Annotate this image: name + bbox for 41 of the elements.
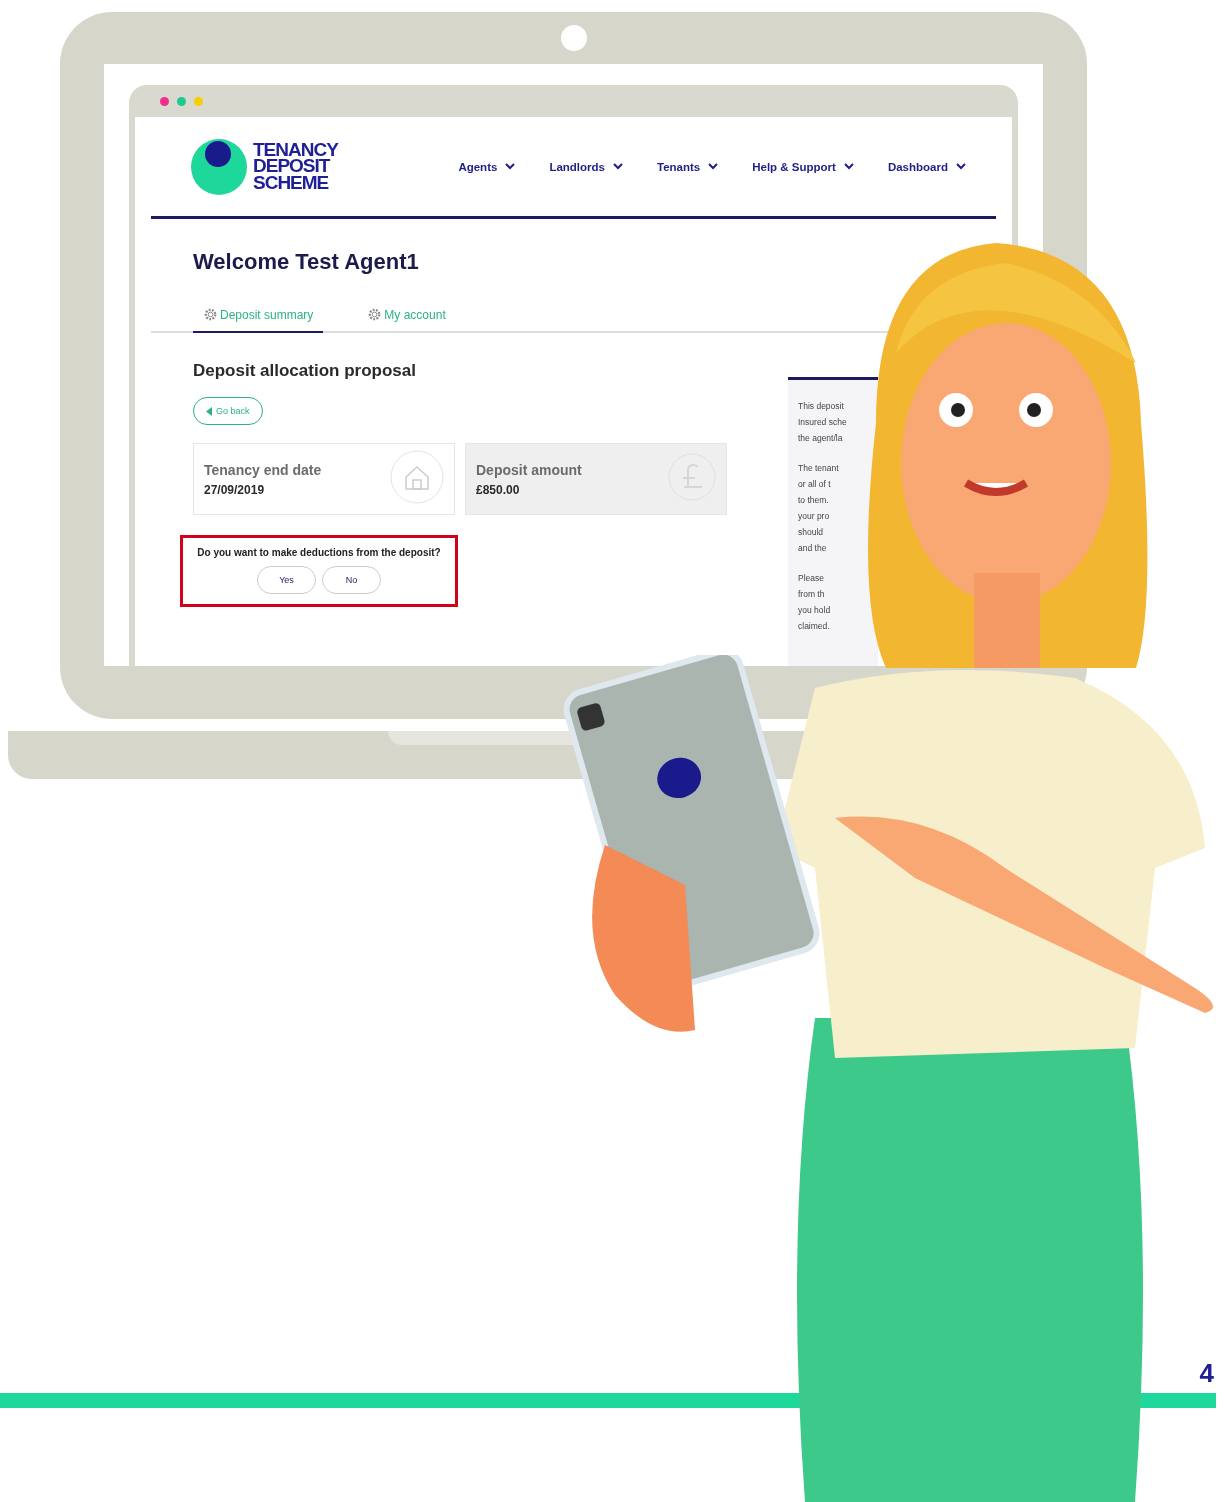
sidebar-text: or all of t <box>798 478 832 491</box>
card-value: 27/09/2019 <box>204 482 266 497</box>
nav-menu-link[interactable]: Landlords <box>549 160 623 173</box>
answer-button[interactable]: No <box>322 566 381 594</box>
card-title: Tenancy end date <box>204 461 322 478</box>
card-value: £850.00 <box>476 482 521 497</box>
page-number: 4 <box>1199 1358 1215 1389</box>
chevron-down-icon <box>505 163 516 170</box>
chevron-down-icon <box>956 163 966 170</box>
sidebar-text: This deposit <box>798 400 845 413</box>
sidebar-text: claimed. <box>798 620 831 633</box>
chevron-down-icon <box>843 163 854 170</box>
sidebar-text: your pro <box>798 510 831 523</box>
sidebar-text: you hold <box>798 604 832 617</box>
question-text: Do you want to make deductions from the deposit? <box>197 547 441 558</box>
sidebar-text: from th <box>798 588 826 601</box>
camera-dot <box>560 25 587 51</box>
chevron-down-icon <box>612 163 623 170</box>
logo-text: TENANCY DEPOSIT SCHEME <box>253 141 338 192</box>
sidebar-text: Please <box>798 572 825 585</box>
section-heading: Deposit allocation proposal <box>193 361 417 381</box>
answer-button[interactable]: Yes <box>257 566 316 594</box>
caret-left-icon <box>206 406 212 416</box>
sidebar-text: should <box>798 526 825 539</box>
pound-icon <box>668 453 716 501</box>
card-title: Deposit amount <box>476 461 582 478</box>
sidebar-text: to them. <box>798 494 830 507</box>
chevron-down-icon <box>708 163 719 170</box>
gear-icon <box>367 307 383 322</box>
sidebar-text: Insured sche <box>798 416 848 429</box>
logo-icon <box>191 138 247 195</box>
gear-icon <box>203 307 218 322</box>
nav-menu-link[interactable]: Tenants <box>656 160 719 173</box>
welcome-heading: Welcome Test Agent1 <box>193 249 420 275</box>
nav-menu-link[interactable]: Help & Support <box>752 160 854 173</box>
nav-menu-link[interactable]: Agents <box>458 160 516 173</box>
house-icon <box>390 450 444 504</box>
sidebar-text: The tenant <box>798 462 840 475</box>
nav-menu-link[interactable]: Dashboard <box>887 160 966 173</box>
sidebar-text: the agent/la <box>798 432 844 445</box>
sidebar-text: and the <box>798 542 828 555</box>
